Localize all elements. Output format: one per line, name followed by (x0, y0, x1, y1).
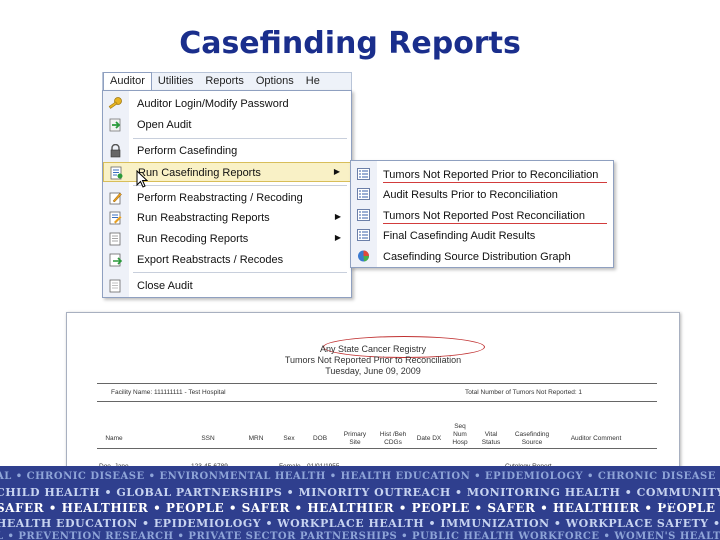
column-header: Primary Site (343, 431, 367, 446)
menu-item-perform-reabstracting[interactable]: Perform Reabstracting / Recoding (103, 188, 351, 208)
submenu-arrow-icon: ▶ (334, 233, 341, 242)
banner-text-row: CHILD HEALTH • GLOBAL PARTNERSHIPS • MIN… (0, 486, 720, 499)
report-icon (110, 166, 123, 180)
submenu-item-label: Tumors Not Reported Prior to Reconciliat… (383, 169, 599, 181)
export-icon (109, 253, 123, 267)
menu-item-label: Open Audit (137, 119, 192, 131)
menu-item-close-audit[interactable]: Close Audit (103, 276, 351, 296)
menu-separator (133, 185, 347, 186)
column-header: Vital Status (481, 431, 501, 446)
footer-banner: AL • CHRONIC DISEASE • ENVIRONMENTAL HEA… (0, 466, 720, 540)
submenu-item-not-reported-post[interactable]: Tumors Not Reported Post Reconciliation (351, 205, 613, 225)
report-registry-name: Any State Cancer Registry (319, 344, 427, 354)
menu-item-perform-casefinding[interactable]: Perform Casefinding (103, 141, 351, 161)
annotation-underline (383, 223, 607, 224)
key-icon (108, 97, 122, 109)
menu-separator (133, 138, 347, 139)
banner-text-row: HEALTH EDUCATION • EPIDEMIOLOGY • WORKPL… (0, 517, 720, 530)
menu-item-auditor-login[interactable]: Auditor Login/Modify Password (103, 94, 351, 114)
column-header: DOB (312, 435, 328, 442)
report-rule (97, 448, 657, 449)
submenu-item-source-distribution-graph[interactable]: Casefinding Source Distribution Graph (351, 246, 613, 266)
column-header: Sex (283, 435, 295, 442)
banner-text-row: SAFER • HEALTHIER • PEOPLE • SAFER • HEA… (0, 501, 720, 515)
open-arrow-icon (109, 118, 121, 132)
column-header: Auditor Comment (570, 435, 622, 442)
submenu-item-label: Audit Results Prior to Reconciliation (383, 189, 558, 201)
menu-item-label: Run Casefinding Reports (138, 167, 261, 179)
report-list-icon (357, 168, 370, 180)
report-list-icon (357, 209, 370, 221)
report-title: Tumors Not Reported Prior to Reconciliat… (284, 355, 462, 365)
column-header: Name (105, 435, 123, 442)
menu-help[interactable]: He (300, 73, 326, 91)
pie-chart-icon (358, 250, 370, 262)
report-date: Tuesday, June 09, 2009 (325, 366, 421, 376)
submenu-item-audit-results-prior[interactable]: Audit Results Prior to Reconciliation (351, 184, 613, 204)
menu-reports[interactable]: Reports (199, 73, 250, 91)
document-icon (109, 232, 121, 246)
submenu-item-final-audit-results[interactable]: Final Casefinding Audit Results (351, 225, 613, 245)
report-rule (97, 401, 657, 402)
column-header: Hist /Beh CDGs (379, 431, 407, 446)
report-total: Total Number of Tumors Not Reported: 1 (465, 389, 583, 396)
menu-item-open-audit[interactable]: Open Audit (103, 115, 351, 135)
column-header: Casefinding Source (514, 431, 550, 446)
submenu-arrow-icon: ▶ (333, 167, 340, 176)
submenu-item-not-reported-prior[interactable]: Tumors Not Reported Prior to Reconciliat… (351, 164, 613, 184)
menu-separator (133, 272, 347, 273)
annotation-underline (383, 182, 607, 183)
column-header: Date DX (416, 435, 442, 442)
edit-icon (109, 192, 122, 205)
menu-item-label: Run Reabstracting Reports (137, 212, 270, 224)
menu-bar: Auditor Utilities Reports Options He (102, 72, 352, 91)
menu-item-label: Auditor Login/Modify Password (137, 98, 289, 110)
column-header: Seq Num Hosp (452, 423, 468, 446)
submenu-item-label: Casefinding Source Distribution Graph (383, 251, 571, 263)
menu-item-export-reabstracts[interactable]: Export Reabstracts / Recodes (103, 250, 351, 270)
mouse-cursor-icon (136, 170, 148, 188)
casefinding-reports-submenu: Tumors Not Reported Prior to Reconciliat… (350, 160, 614, 268)
close-audit-icon (109, 279, 121, 293)
slide-title: Casefinding Reports (179, 26, 521, 61)
report-facility: Facility Name: 111111111 - Test Hospital (111, 389, 226, 396)
submenu-item-label: Final Casefinding Audit Results (383, 230, 536, 242)
menu-item-label: Export Reabstracts / Recodes (137, 254, 284, 266)
report-preview: Any State Cancer Registry Tumors Not Rep… (66, 312, 680, 490)
report-list-icon (357, 188, 370, 200)
page-number: 46 (662, 497, 675, 509)
submenu-item-label: Tumors Not Reported Post Reconciliation (383, 210, 585, 222)
report-list-icon (357, 229, 370, 241)
menu-auditor[interactable]: Auditor (103, 72, 152, 91)
report-edit-icon (109, 211, 122, 225)
submenu-arrow-icon: ▶ (334, 212, 341, 221)
menu-item-label: Perform Reabstracting / Recoding (137, 192, 303, 204)
report-rule (97, 383, 657, 384)
menu-item-run-recoding-reports[interactable]: Run Recoding Reports ▶ (103, 229, 351, 249)
menu-item-label: Close Audit (137, 280, 193, 292)
menu-item-run-reabstracting-reports[interactable]: Run Reabstracting Reports ▶ (103, 208, 351, 228)
menu-item-label: Perform Casefinding (137, 145, 238, 157)
menu-options[interactable]: Options (250, 73, 300, 91)
auditor-dropdown-menu: Auditor Login/Modify Password Open Audit… (102, 90, 352, 298)
column-header: SSN (201, 435, 215, 442)
banner-text-row: L • PREVENTION RESEARCH • PRIVATE SECTOR… (0, 531, 720, 540)
banner-text-row: AL • CHRONIC DISEASE • ENVIRONMENTAL HEA… (0, 471, 716, 482)
lock-icon (110, 144, 121, 158)
menu-utilities[interactable]: Utilities (152, 73, 199, 91)
menu-item-label: Run Recoding Reports (137, 233, 249, 245)
column-header: MRN (248, 435, 264, 442)
